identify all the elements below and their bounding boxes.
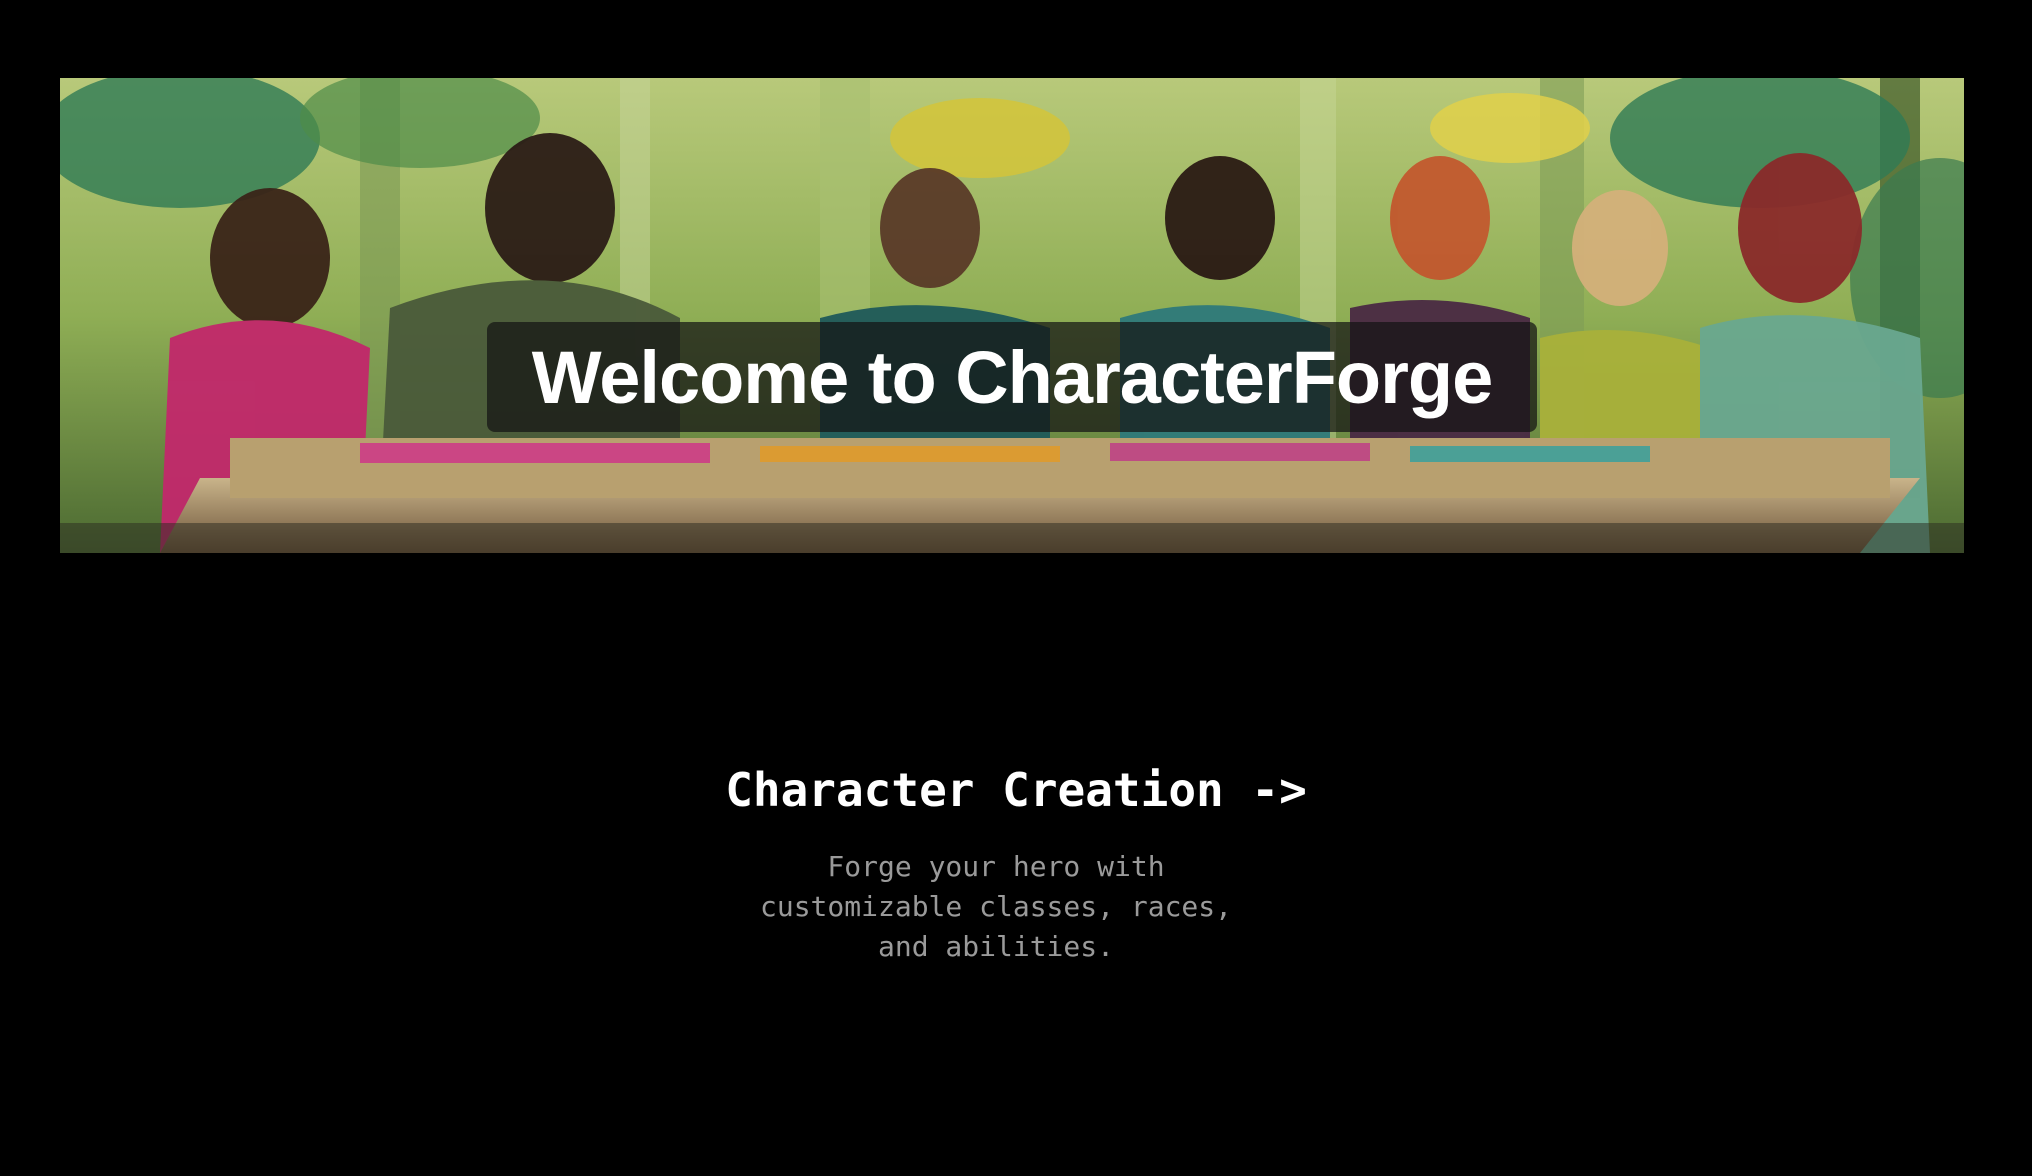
feature-heading: Character Creation -> [725, 763, 1307, 817]
hero-illustration [60, 78, 1964, 553]
character-creation-link[interactable]: Character Creation -> Forge your hero wi… [600, 755, 1432, 967]
page-title: Welcome to CharacterForge [531, 335, 1494, 419]
hero-banner: Welcome to CharacterForge [60, 78, 1964, 553]
feature-description: Forge your hero with customizable classe… [759, 850, 1232, 963]
hero-title-box: Welcome to CharacterForge [487, 322, 1537, 432]
